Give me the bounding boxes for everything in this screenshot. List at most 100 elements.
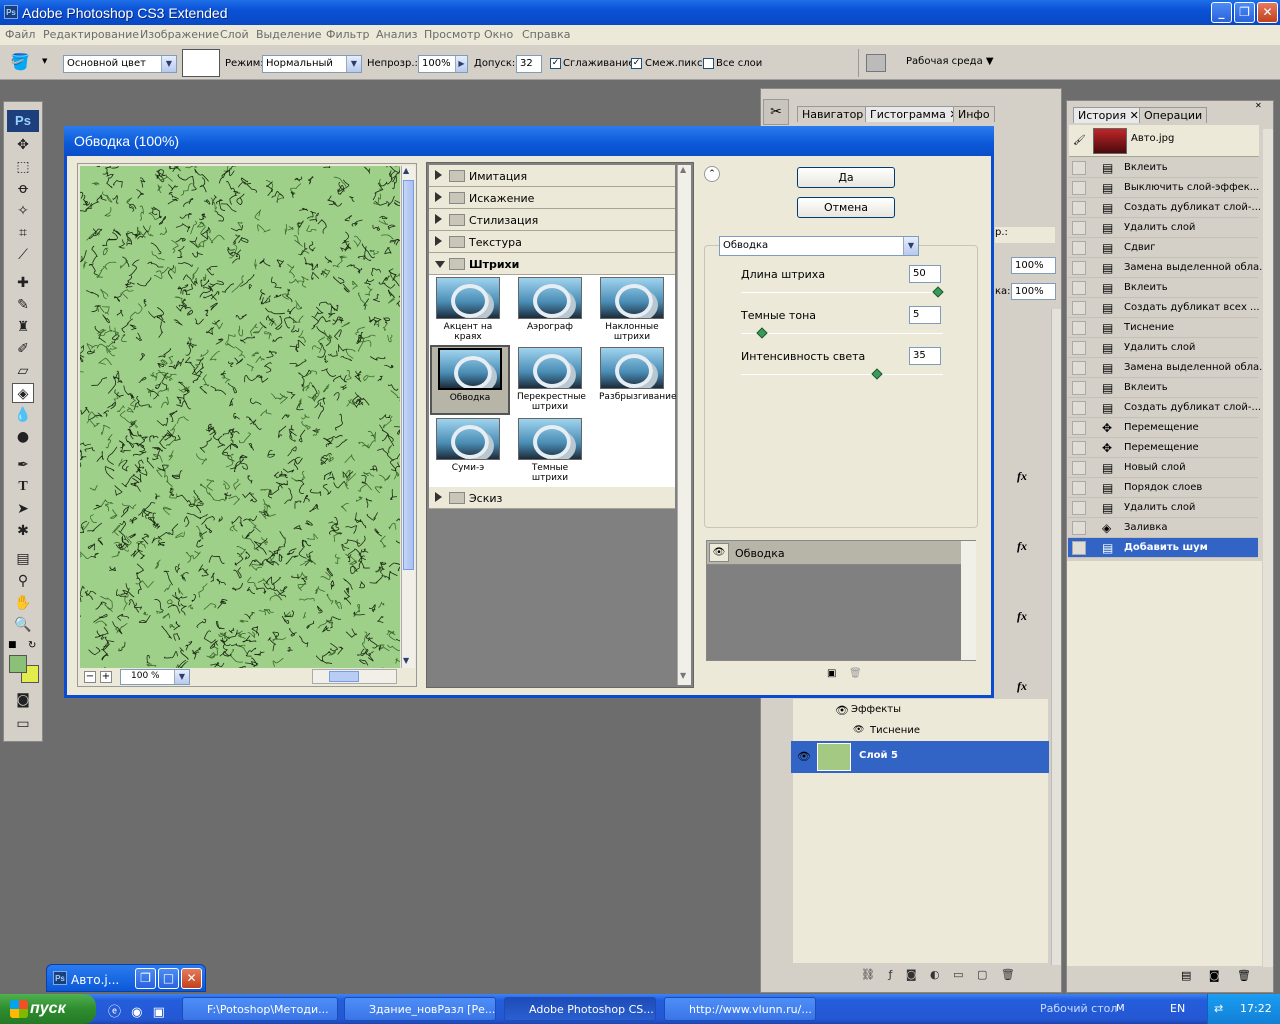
quick-launch-icons[interactable]: ⓔ ◉ ▣: [108, 1001, 165, 1020]
menu-select[interactable]: Выделение: [256, 28, 322, 41]
lasso-tool-icon[interactable]: ꝋ: [12, 179, 34, 199]
brush-tool-icon[interactable]: ✎: [12, 295, 34, 315]
history-brush-source-toggle[interactable]: [1072, 401, 1086, 415]
eraser-tool-icon[interactable]: ▱: [12, 361, 34, 381]
folder-brush-strokes[interactable]: Штрихи: [429, 253, 675, 275]
tray-m[interactable]: M: [1116, 1003, 1125, 1014]
history-brush-source-toggle[interactable]: [1072, 281, 1086, 295]
history-brush-source-toggle[interactable]: [1072, 421, 1086, 435]
new-effect-layer-icon[interactable]: ▣: [827, 668, 836, 679]
scroll-up-icon[interactable]: ▲: [680, 165, 686, 174]
history-item[interactable]: ✥ Перемещение: [1068, 418, 1258, 438]
eye-icon[interactable]: 👁: [797, 750, 811, 763]
history-item[interactable]: ▤ Вклеить: [1068, 158, 1258, 178]
taskbar-task-browser[interactable]: http://www.vlunn.ru/...: [664, 997, 816, 1021]
stroke-length-input[interactable]: 50: [909, 265, 941, 283]
scroll-down-icon[interactable]: ▼: [680, 671, 686, 680]
history-item[interactable]: ▤ Порядок слоев: [1068, 478, 1258, 498]
layers-fill-input[interactable]: 100%: [1011, 283, 1056, 300]
layer-emboss-row[interactable]: 👁 Тиснение: [793, 721, 1048, 741]
collapse-gallery-icon[interactable]: ⌃: [704, 166, 720, 182]
history-item[interactable]: ✥ Перемещение: [1068, 438, 1258, 458]
menu-filter[interactable]: Фильтр: [326, 28, 370, 41]
blend-mode-select[interactable]: Нормальный ▼: [262, 55, 362, 73]
history-brush-source-toggle[interactable]: [1072, 301, 1086, 315]
window-title-bar[interactable]: Ps Adobe Photoshop CS3 Extended _ ❐ ✕: [0, 0, 1280, 25]
history-brush-source-toggle[interactable]: [1072, 541, 1086, 555]
zoom-tool-icon[interactable]: 🔍: [12, 615, 34, 635]
layers-scrollbar[interactable]: [1051, 309, 1061, 965]
pen-tool-icon[interactable]: ✒: [12, 455, 34, 475]
eyedropper-tool-icon[interactable]: ⚲: [12, 571, 34, 591]
language-indicator[interactable]: EN: [1170, 1002, 1185, 1015]
menu-analysis[interactable]: Анализ: [376, 28, 418, 41]
tab-actions[interactable]: Операции: [1139, 107, 1208, 123]
ok-button[interactable]: Да: [797, 167, 895, 188]
gallery-scrollbar[interactable]: ▲ ▼: [677, 165, 691, 685]
swap-colors-icon[interactable]: ↻: [28, 640, 36, 651]
slider-arrow-icon[interactable]: ▶: [455, 56, 467, 72]
crop-tool-icon[interactable]: ⌗: [12, 223, 34, 243]
quick-mask-icon[interactable]: ◙: [12, 690, 34, 710]
history-item[interactable]: ▤ Новый слой: [1068, 458, 1258, 478]
history-brush-source-toggle[interactable]: [1072, 501, 1086, 515]
tab-histogram[interactable]: Гистограмма ✕: [865, 106, 964, 122]
minimize-icon[interactable]: _: [1211, 2, 1232, 23]
antialias-checkbox[interactable]: ✓: [550, 58, 561, 69]
history-brush-source-toggle[interactable]: [1072, 321, 1086, 335]
fx-icon[interactable]: fx: [1017, 679, 1027, 694]
filter-spatter[interactable]: Аэрограф: [517, 277, 583, 347]
preview-zoom-select[interactable]: 100 % ▼: [120, 669, 190, 685]
history-brush-source-toggle[interactable]: [1072, 341, 1086, 355]
history-item[interactable]: ▤ Создать дубликат слой-...: [1068, 198, 1261, 218]
taskbar-task-word[interactable]: Здание_новРазл [Ре...: [344, 997, 496, 1021]
history-item[interactable]: ▤ Добавить шум: [1068, 538, 1258, 558]
filter-ink-outlines-selected[interactable]: Обводка: [430, 345, 510, 415]
folder-distort[interactable]: Искажение: [429, 187, 675, 209]
preview-canvas[interactable]: [80, 166, 400, 668]
history-snapshot[interactable]: 🖌 Авто.jpg: [1069, 125, 1259, 157]
close-tab-icon[interactable]: ✕: [1130, 109, 1139, 122]
history-brush-source-toggle[interactable]: [1072, 181, 1086, 195]
history-item[interactable]: ▤ Создать дубликат слой-...: [1068, 398, 1261, 418]
fx-icon[interactable]: fx: [1017, 609, 1027, 624]
paint-bucket-icon[interactable]: 🪣: [10, 52, 30, 71]
history-item[interactable]: ▤ Удалить слой: [1068, 498, 1258, 518]
history-item[interactable]: ▤ Тиснение: [1068, 318, 1258, 338]
filter-sumi-e[interactable]: Суми-э: [435, 418, 501, 488]
folder-stylize[interactable]: Стилизация: [429, 209, 675, 231]
fx-icon[interactable]: fx: [1017, 539, 1027, 554]
light-intensity-input[interactable]: 35: [909, 347, 941, 365]
history-item[interactable]: ▤ Удалить слой: [1068, 218, 1258, 238]
history-brush-source-toggle[interactable]: [1072, 261, 1086, 275]
close-icon[interactable]: ✕: [1257, 2, 1278, 23]
hand-tool-icon[interactable]: ✋: [12, 593, 34, 613]
eye-icon[interactable]: 👁: [853, 725, 864, 735]
menu-view[interactable]: Просмотр: [424, 28, 480, 41]
history-brush-source-toggle[interactable]: [1072, 161, 1086, 175]
tool-preset-arrow-icon[interactable]: ▼: [42, 57, 47, 65]
light-intensity-slider[interactable]: [741, 368, 943, 380]
history-brush-source-toggle[interactable]: [1072, 461, 1086, 475]
tab-history[interactable]: История ✕: [1073, 107, 1144, 123]
scrollbar-thumb[interactable]: [329, 671, 359, 682]
foreground-color-swatch[interactable]: [9, 655, 27, 673]
pattern-picker[interactable]: [182, 49, 220, 77]
marquee-tool-icon[interactable]: ⬚: [12, 157, 34, 177]
taskbar-task-explorer[interactable]: F:\Potoshop\Методи...: [182, 997, 338, 1021]
effect-list-scrollbar[interactable]: [961, 541, 976, 660]
menu-layer[interactable]: Слой: [220, 28, 249, 41]
close-icon[interactable]: ✕: [181, 968, 202, 989]
minimized-document-window[interactable]: Ps Авто.j... ❐ □ ✕: [46, 964, 206, 992]
scroll-down-icon[interactable]: ▼: [403, 656, 409, 665]
history-item[interactable]: ▤ Замена выделенной обла...: [1068, 358, 1269, 378]
eye-icon[interactable]: 👁: [709, 543, 729, 562]
tab-navigator[interactable]: Навигатор: [797, 106, 869, 122]
stroke-length-slider[interactable]: [741, 286, 944, 298]
history-item[interactable]: ▤ Выключить слой-эффек...: [1068, 178, 1259, 198]
delete-effect-layer-icon[interactable]: 🗑: [849, 668, 862, 679]
screen-mode-icon[interactable]: ▭: [12, 714, 34, 734]
slider-knob[interactable]: [871, 368, 883, 380]
history-item[interactable]: ▤ Создать дубликат всех ...: [1068, 298, 1260, 318]
history-brush-source-toggle[interactable]: [1072, 381, 1086, 395]
